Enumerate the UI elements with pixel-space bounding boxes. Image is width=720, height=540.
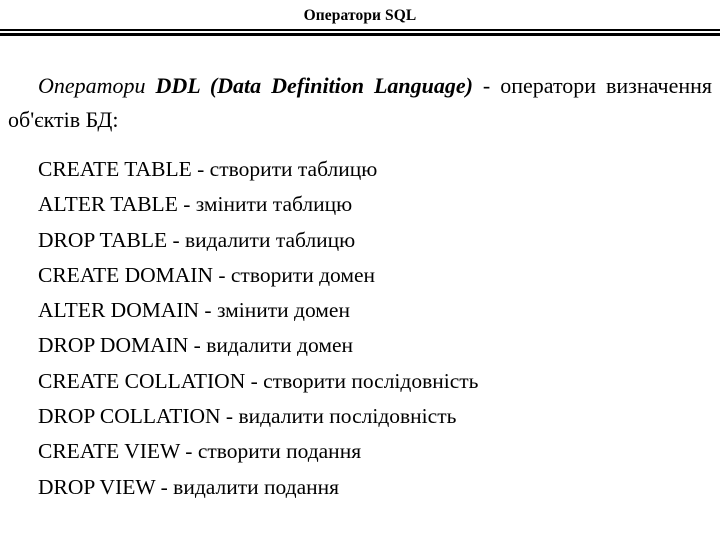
list-item: DROP VIEW - видалити подання (38, 474, 340, 499)
intro-paragraph: Оператори DDL (Data Definition Language)… (8, 69, 712, 137)
title-divider (0, 29, 720, 36)
list-item: DROP COLLATION - видалити послідовність (38, 404, 457, 429)
list-item: ALTER TABLE - змінити таблицю (38, 192, 353, 217)
list-item: ALTER DOMAIN - змінити домен (38, 298, 350, 323)
list-item: CREATE COLLATION - створити послідовніст… (38, 368, 479, 393)
title-divider-thick-line (0, 33, 720, 36)
ddl-statement-list: CREATE TABLE - створити таблицю ALTER TA… (38, 152, 708, 505)
slide-canvas: Оператори SQL Оператори DDL (Data Defini… (0, 0, 720, 540)
list-item: DROP TABLE - видалити таблицю (38, 227, 356, 252)
list-item: CREATE TABLE - створити таблицю (38, 157, 378, 181)
list-item: DROP DOMAIN - видалити домен (38, 333, 353, 358)
intro-lead-text: Оператори (38, 73, 156, 98)
list-item: CREATE DOMAIN - створити домен (38, 262, 376, 287)
intro-term-ddl: DDL (Data Definition Language) (155, 73, 473, 98)
list-item: CREATE VIEW - створити подання (38, 439, 362, 464)
title-divider-thin-line (0, 29, 720, 31)
page-title: Оператори SQL (303, 7, 417, 24)
